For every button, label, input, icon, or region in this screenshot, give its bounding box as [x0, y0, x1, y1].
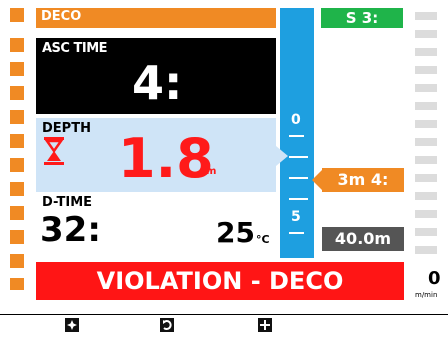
depth-scale-tick	[289, 135, 304, 137]
deco-ceiling-value: 3m 4:	[337, 170, 389, 189]
deco-mode-label: DECO	[41, 9, 82, 24]
ascent-time-label: ASC TIME	[42, 41, 108, 56]
left-tick	[10, 230, 24, 244]
depth-scale-label: 0	[291, 112, 301, 128]
grey-tick	[322, 50, 354, 52]
left-tick	[10, 278, 24, 290]
ascent-rate-unit: m/min	[415, 291, 438, 299]
depth-pointer-icon	[276, 146, 288, 166]
dive-time-value: 32:	[40, 210, 101, 250]
light-icon	[65, 318, 79, 332]
grey-tick	[322, 70, 354, 72]
left-tick	[10, 158, 24, 172]
temperature-unit: °C	[256, 233, 270, 246]
ascent-rate-tick	[415, 138, 437, 146]
compass-icon	[160, 318, 174, 332]
ascent-rate-tick	[415, 48, 437, 56]
max-depth-value: 40.0m	[334, 229, 392, 248]
ascent-rate-tick	[415, 12, 437, 20]
depth-scale-tick	[289, 156, 308, 158]
ascent-rate-tick	[415, 156, 437, 164]
ascent-rate-tick	[415, 66, 437, 74]
ascent-time-value: 4:	[132, 56, 183, 110]
grey-tick	[322, 90, 354, 92]
ascent-rate-tick	[415, 246, 437, 254]
left-tick	[10, 8, 24, 22]
plus-button[interactable]	[258, 318, 272, 332]
depth-scale-tick	[289, 198, 308, 200]
light-button[interactable]	[65, 318, 79, 332]
ascent-rate-tick	[415, 102, 437, 110]
left-tick	[10, 254, 24, 268]
ascent-rate-tick	[415, 210, 437, 218]
compass-button[interactable]	[160, 318, 174, 332]
depth-scale-label: 5	[291, 209, 301, 225]
hourglass-icon	[44, 137, 64, 165]
left-tick	[10, 206, 24, 220]
ascent-rate-tick	[415, 192, 437, 200]
ascent-rate-tick	[415, 174, 437, 182]
ascent-rate-value: 0	[428, 268, 441, 289]
violation-alarm-text: VIOLATION - DECO	[96, 267, 344, 295]
ascent-rate-tick	[415, 30, 437, 38]
left-tick	[10, 62, 24, 76]
depth-label: DEPTH	[42, 121, 91, 136]
plus-icon	[258, 318, 272, 332]
ascent-rate-tick	[415, 228, 437, 236]
depth-scale-tick	[289, 232, 304, 234]
depth-scale-tick	[289, 177, 308, 179]
depth-unit: m	[206, 166, 217, 177]
dive-time-label: D-TIME	[42, 195, 93, 210]
bottom-divider	[0, 314, 448, 315]
temperature-value: 25	[216, 216, 255, 249]
left-tick	[10, 86, 24, 100]
left-tick	[10, 134, 24, 148]
safety-stop-value: S 3:	[345, 9, 379, 27]
ascent-rate-tick	[415, 84, 437, 92]
left-tick	[10, 182, 24, 196]
depth-value: 1.8	[118, 127, 214, 190]
left-tick	[10, 38, 24, 52]
ascent-rate-tick	[415, 120, 437, 128]
left-tick	[10, 110, 24, 124]
